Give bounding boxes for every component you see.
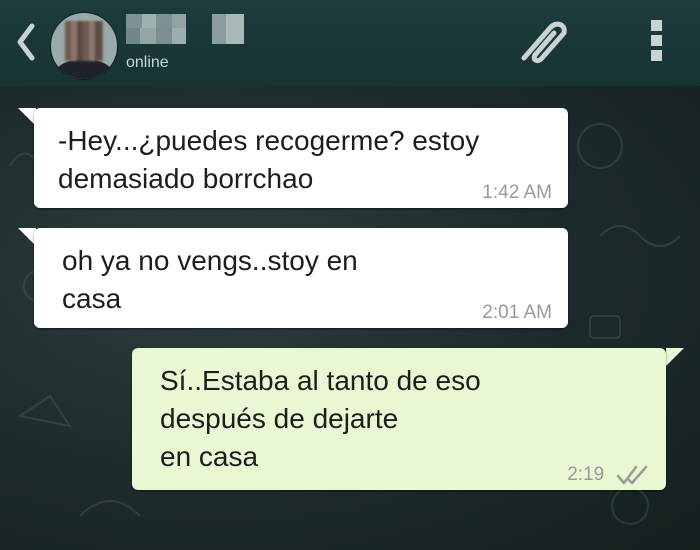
paperclip-icon[interactable] [510, 14, 574, 74]
outgoing-message[interactable]: Sí..Estaba al tanto de eso después de de… [132, 348, 666, 490]
message-time: 2:19 [567, 463, 605, 485]
message-line: en casa [160, 441, 259, 472]
chat-header: online [0, 0, 700, 86]
message-text: Sí..Estaba al tanto de eso después de de… [160, 362, 481, 476]
message-text: oh ya no vengs..stoy en casa [62, 242, 358, 318]
chevron-left-icon[interactable] [14, 22, 38, 62]
incoming-message[interactable]: oh ya no vengs..stoy en casa 2:01 AM [34, 228, 568, 328]
message-line: después de dejarte [160, 403, 399, 434]
overflow-menu-icon[interactable] [644, 20, 668, 66]
message-time: 2:01 AM [482, 302, 552, 323]
message-time: 1:42 AM [482, 182, 552, 203]
chat-area[interactable]: -Hey...¿puedes recogerme? estoy demasiad… [0, 86, 700, 550]
message-meta: 2:19 [567, 454, 650, 485]
message-line: demasiado borrchao [58, 163, 314, 194]
contact-name-pixelated[interactable] [126, 14, 244, 44]
incoming-message[interactable]: -Hey...¿puedes recogerme? estoy demasiad… [34, 108, 568, 208]
double-check-icon [616, 465, 648, 484]
message-line: oh ya no vengs..stoy en [62, 245, 358, 276]
avatar-shoulders [55, 59, 113, 79]
avatar-blurred-face [65, 21, 103, 61]
message-line: casa [62, 283, 122, 314]
menu-dot [650, 50, 662, 61]
avatar[interactable] [50, 12, 118, 80]
message-line: Sí..Estaba al tanto de eso [160, 365, 481, 396]
menu-dot [650, 20, 662, 31]
menu-dot [650, 35, 662, 46]
message-line: -Hey...¿puedes recogerme? estoy [58, 125, 480, 156]
message-text: -Hey...¿puedes recogerme? estoy demasiad… [58, 122, 479, 198]
bubble-tail [666, 348, 684, 366]
contact-status: online [126, 54, 169, 71]
